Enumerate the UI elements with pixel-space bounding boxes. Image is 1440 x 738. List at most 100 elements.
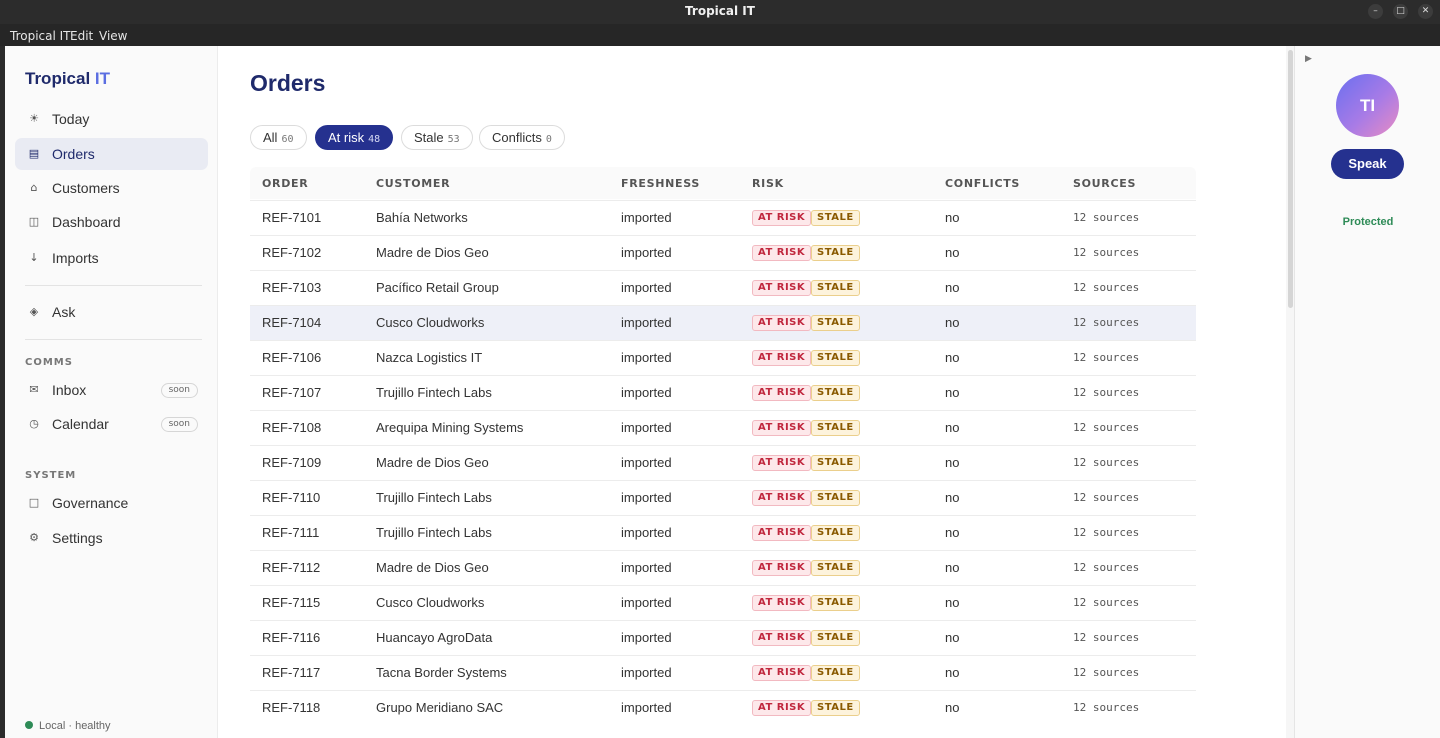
customer-cell: Madre de Dios Geo [376,560,489,575]
soon-badge: soon [160,417,198,432]
column-header-sources[interactable]: SOURCES [1073,177,1136,190]
sidebar-item-label: Settings [52,530,103,546]
sidebar-item-inbox[interactable]: ✉ Inbox soon [15,374,208,406]
minimize-icon[interactable]: – [1368,4,1383,19]
stale-badge: STALE [811,630,860,646]
column-header-order[interactable]: ORDER [262,177,308,190]
order-cell: REF-7104 [262,315,322,330]
conflicts-cell: no [945,595,960,610]
sidebar-item-calendar[interactable]: ◷ Calendar soon [15,408,208,440]
table-row[interactable]: REF-7106 Nazca Logistics IT imported AT RIS… [250,340,1196,375]
sidebar-item-today[interactable]: ☀ Today [15,103,208,135]
status-text: Local · healthy [39,720,111,732]
avatar[interactable]: TI [1336,74,1399,137]
scrollbar-thumb[interactable] [1288,50,1293,308]
order-cell: REF-7116 [262,630,321,645]
at-risk-badge: AT RISK [752,210,812,226]
conflicts-cell: no [945,315,960,330]
sidebar-item-imports[interactable]: ↓ Imports [15,242,208,274]
filter-label: All [263,130,278,145]
table-row[interactable]: REF-7117 Tacna Border Systems imported AT R… [250,655,1196,690]
column-header-freshness[interactable]: FRESHNESS [621,177,700,190]
at-risk-badge: AT RISK [752,385,812,401]
freshness-cell: imported [621,245,672,260]
stale-badge: STALE [811,385,860,401]
table-row[interactable]: REF-7118 Grupo Meridiano SAC imported AT RI… [250,690,1196,725]
stale-badge: STALE [811,245,860,261]
app-window: Tropical IT ☀ Today ▤ Orders ⌂ Customers… [5,46,1440,738]
window-title: Tropical IT [685,4,755,18]
sidebar-item-dashboard[interactable]: ◫ Dashboard [15,206,208,238]
brand-accent: IT [94,69,111,88]
customer-cell: Trujillo Fintech Labs [376,385,492,400]
maximize-icon[interactable]: □ [1393,4,1408,19]
table-row[interactable]: REF-7115 Cusco Cloudworks imported AT RISK S… [250,585,1196,620]
column-header-risk[interactable]: RISK [752,177,784,190]
sources-cell: 12 sources [1073,701,1140,714]
table-row[interactable]: REF-7107 Trujillo Fintech Labs imported AT … [250,375,1196,410]
sources-cell: 12 sources [1073,281,1140,294]
list-icon: ▤ [28,147,40,160]
menu-app[interactable]: Tropical IT [10,29,71,43]
table-row[interactable]: REF-7110 Trujillo Fintech Labs imported AT … [250,480,1196,515]
freshness-cell: imported [621,315,672,330]
table-row[interactable]: REF-7101 Bahía Networks imported AT RISK STA… [250,200,1196,235]
sidebar-item-ask[interactable]: ◈ Ask [15,296,208,328]
table-row[interactable]: REF-7104 Cusco Cloudworks imported AT RISK S… [250,305,1196,340]
order-cell: REF-7103 [262,280,322,295]
customer-cell: Grupo Meridiano SAC [376,700,504,715]
filter-at-risk[interactable]: At risk 48 [315,125,394,150]
at-risk-badge: AT RISK [752,420,812,436]
sidebar-item-label: Governance [52,495,129,511]
customer-cell: Bahía Networks [376,210,468,225]
freshness-cell: imported [621,455,672,470]
table-row[interactable]: REF-7111 Trujillo Fintech Labs imported AT … [250,515,1196,550]
close-icon[interactable]: ✕ [1418,4,1433,19]
speak-button[interactable]: Speak [1331,149,1404,179]
table-row[interactable]: REF-7108 Arequipa Mining Systems imported A… [250,410,1196,445]
conflicts-cell: no [945,350,960,365]
sidebar-item-customers[interactable]: ⌂ Customers [15,172,208,204]
sources-cell: 12 sources [1073,596,1140,609]
stale-badge: STALE [811,595,860,611]
table-row[interactable]: REF-7116 Huancayo AgroData imported AT RISK… [250,620,1196,655]
conflicts-cell: no [945,420,960,435]
menu-view[interactable]: View [99,29,127,43]
sidebar-item-orders[interactable]: ▤ Orders [15,138,208,170]
filter-label: At risk [328,130,365,145]
at-risk-badge: AT RISK [752,700,812,716]
conflicts-cell: no [945,280,960,295]
filter-conflicts[interactable]: Conflicts 0 [479,125,565,150]
filter-label: Stale [414,130,444,145]
sidebar-item-settings[interactable]: ⚙ Settings [15,522,208,554]
sidebar-item-governance[interactable]: □ Governance [15,487,208,519]
main-scrollbar[interactable] [1286,46,1294,738]
brand-logo: Tropical IT [25,69,110,89]
column-header-conflicts[interactable]: CONFLICTS [945,177,1020,190]
conflicts-cell: no [945,525,960,540]
customer-cell: Madre de Dios Geo [376,245,489,260]
filter-all[interactable]: All 60 [250,125,307,150]
section-label-system: SYSTEM [25,470,77,481]
freshness-cell: imported [621,700,672,715]
stale-badge: STALE [811,665,860,681]
filter-stale[interactable]: Stale 53 [401,125,473,150]
at-risk-badge: AT RISK [752,665,812,681]
order-cell: REF-7106 [262,350,322,365]
filter-count: 48 [368,134,381,145]
table-row[interactable]: REF-7103 Pacífico Retail Group imported AT … [250,270,1196,305]
collapse-arrow-icon[interactable]: ▶ [1305,54,1312,64]
menu-edit[interactable]: Edit [70,29,93,43]
square-icon: □ [28,496,40,509]
table-row[interactable]: REF-7112 Madre de Dios Geo imported AT RISK… [250,550,1196,585]
customer-cell: Trujillo Fintech Labs [376,525,492,540]
table-row[interactable]: REF-7109 Madre de Dios Geo imported AT RISK… [250,445,1196,480]
table-row[interactable]: REF-7102 Madre de Dios Geo imported AT RISK… [250,235,1196,270]
sources-cell: 12 sources [1073,316,1140,329]
filter-label: Conflicts [492,130,542,145]
assistant-panel: ▶ TI Speak Protected [1294,46,1440,738]
column-header-customer[interactable]: CUSTOMER [376,177,450,190]
freshness-cell: imported [621,630,672,645]
sidebar-item-label: Dashboard [52,214,121,230]
order-cell: REF-7109 [262,455,322,470]
